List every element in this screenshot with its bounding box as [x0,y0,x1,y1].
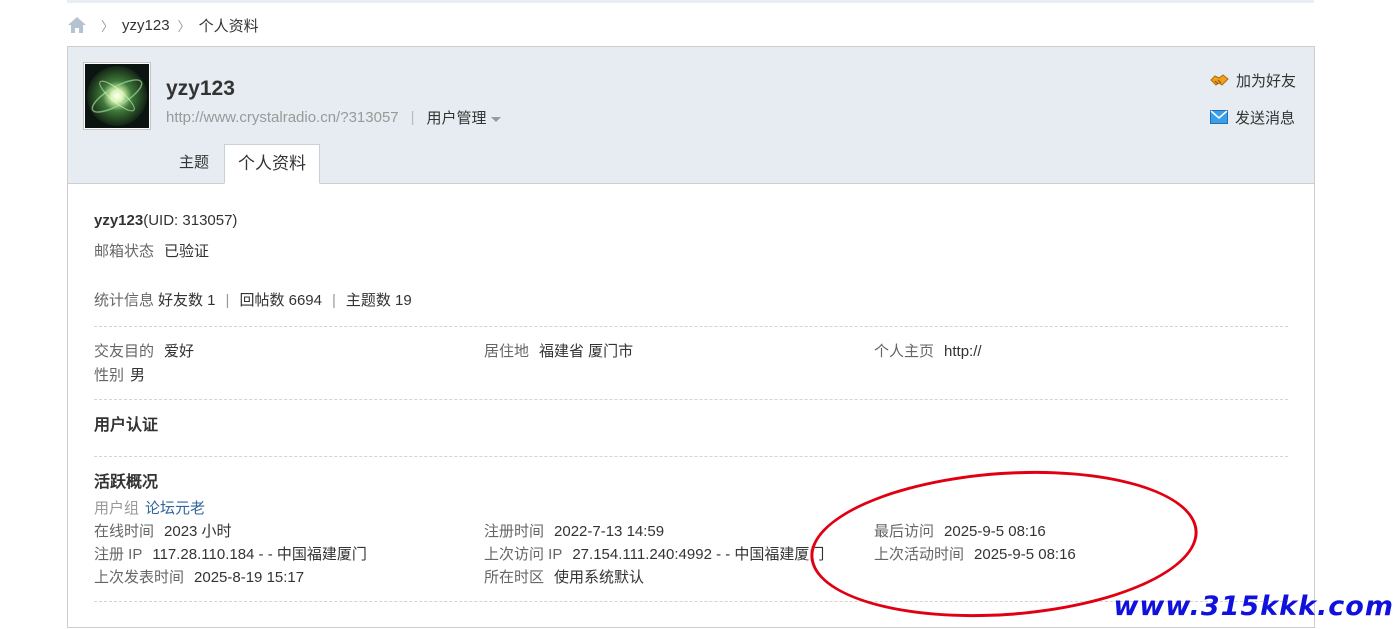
breadcrumb: 〉 yzy123 〉 个人资料 [67,12,259,38]
breadcrumb-current: 个人资料 [198,17,259,35]
residence-label: 居住地 [484,343,530,360]
certification-title: 用户认证 [94,417,159,434]
friends-count[interactable]: 好友数 1 [158,292,216,309]
tab-profile[interactable]: 个人资料 [224,144,321,184]
profile-header: yzy123 http://www.crystalradio.cn/?31305… [68,47,1314,184]
top-bar [67,0,1314,3]
profile-name: yzy123 [94,212,144,229]
homepage-label: 个人主页 [874,343,935,360]
purpose-label: 交友目的 [94,343,155,360]
online-label: 在线时间 [94,523,155,540]
last-post-label: 上次发表时间 [94,569,185,586]
stats-row: 统计信息 好友数 1 | 回帖数 6694 | 主题数 19 [94,289,1288,313]
send-message-label: 发送消息 [1234,109,1295,127]
topics-count[interactable]: 主题数 19 [346,292,412,309]
residence-field: 居住地 福建省 厦门市 [484,340,874,364]
group-row: 用户组 论坛元老 [94,497,1288,520]
profile-url[interactable]: http://www.crystalradio.cn/?313057 [166,109,399,126]
profile-uid: (UID: 313057) [143,212,238,229]
email-value: 已验证 [164,243,210,260]
profile-username: yzy123 [166,77,235,100]
last-active-label: 上次活动时间 [874,546,965,563]
divider: | [331,292,336,309]
uid-row: yzy123(UID: 313057) [94,209,1288,233]
last-active-value: 2025-9-5 08:16 [974,546,1076,563]
profile-actions: 加为好友 发送消息 [1209,67,1296,141]
reg-ip-label: 注册 IP [94,546,143,563]
purpose-field: 交友目的 爱好 [94,340,484,364]
envelope-icon [1209,110,1228,124]
stats-label: 统计信息 [94,292,155,309]
avatar[interactable] [83,62,151,130]
gender-field: 性别男 [94,364,484,388]
last-post-value: 2025-8-19 15:17 [194,569,305,586]
avatar-image [85,64,149,128]
timezone-value: 使用系统默认 [554,569,645,586]
online-value: 2023 小时 [164,523,232,540]
divider-line [94,399,1288,400]
watermark: www.315kkk.com [1113,591,1394,622]
activity-grid: 在线时间 2023 小时 注册时间 2022-7-13 14:59 最后访问 2025… [94,520,1288,589]
divider-line [94,601,1288,602]
user-manage-dropdown[interactable]: 用户管理 [427,107,501,128]
timezone-label: 所在时区 [484,569,545,586]
divider: | [410,109,415,126]
last-visit-value: 2025-9-5 08:16 [944,523,1046,540]
chevron-right-icon: 〉 [177,18,191,34]
home-icon[interactable] [67,16,87,34]
add-friend-button[interactable]: 加为好友 [1210,67,1296,93]
add-friend-label: 加为好友 [1235,72,1296,90]
profile-panel: yzy123 http://www.crystalradio.cn/?31305… [67,46,1315,628]
timezone-field: 所在时区 使用系统默认 [484,566,874,589]
reg-time-field: 注册时间 2022-7-13 14:59 [484,520,874,543]
profile-url-line: http://www.crystalradio.cn/?313057 | 用户管… [166,107,501,128]
gender-label: 性别 [94,367,125,384]
breadcrumb-user-link[interactable]: yzy123 [122,17,170,34]
divider-line [94,456,1288,457]
gender-value: 男 [130,367,146,384]
last-active-field: 上次活动时间 2025-9-5 08:16 [874,543,1288,566]
send-message-button[interactable]: 发送消息 [1209,104,1296,130]
purpose-value: 爱好 [164,343,195,360]
reg-time-label: 注册时间 [484,523,545,540]
replies-count[interactable]: 回帖数 6694 [239,292,322,309]
divider: | [225,292,230,309]
group-link[interactable]: 论坛元老 [145,500,205,517]
profile-body: yzy123(UID: 313057) 邮箱状态 已验证 统计信息 好友数 1 | 回帖… [94,197,1288,602]
homepage-value[interactable]: http:// [944,343,982,360]
info-grid: 交友目的 爱好 居住地 福建省 厦门市 个人主页 http:// 性别男 [94,340,1288,388]
online-field: 在线时间 2023 小时 [94,520,484,543]
reg-ip-value: 117.28.110.184 - - 中国福建厦门 [152,546,367,563]
last-ip-value: 27.154.111.240:4992 - - 中国福建厦门 [572,546,825,563]
chevron-right-icon: 〉 [101,18,115,34]
homepage-field: 个人主页 http:// [874,340,1288,364]
email-row: 邮箱状态 已验证 [94,240,1288,264]
last-visit-label: 最后访问 [874,523,935,540]
last-visit-field: 最后访问 2025-9-5 08:16 [874,520,1288,543]
tab-topics[interactable]: 主题 [164,144,224,182]
profile-tabs: 主题 个人资料 [164,144,321,184]
last-ip-label: 上次访问 IP [484,546,563,563]
email-label: 邮箱状态 [94,243,155,260]
divider-line [94,326,1288,327]
caret-down-icon [490,116,501,122]
reg-ip-field: 注册 IP 117.28.110.184 - - 中国福建厦门 [94,543,484,566]
group-label: 用户组 [94,500,140,517]
last-post-field: 上次发表时间 2025-8-19 15:17 [94,566,484,589]
residence-value: 福建省 厦门市 [539,343,634,360]
user-manage-label: 用户管理 [426,110,487,127]
handshake-icon [1210,74,1229,86]
activity-title: 活跃概况 [94,474,159,491]
last-ip-field: 上次访问 IP 27.154.111.240:4992 - - 中国福建厦门 [484,543,874,566]
reg-time-value: 2022-7-13 14:59 [554,523,665,540]
